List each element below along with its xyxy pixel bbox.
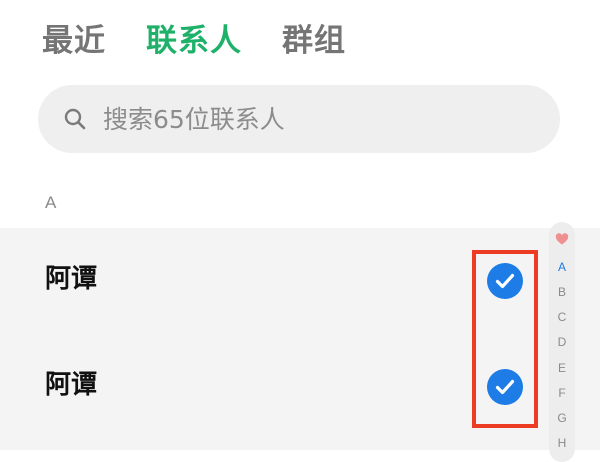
index-letter-d[interactable]: D xyxy=(549,335,575,349)
index-letter-g[interactable]: G xyxy=(549,411,575,425)
tab-recent[interactable]: 最近 xyxy=(42,18,106,64)
contact-name: 阿谭 xyxy=(45,370,98,400)
alphabet-index-bar[interactable]: A B C D E F G H xyxy=(549,222,575,462)
index-letter-f[interactable]: F xyxy=(549,386,575,400)
tab-groups[interactable]: 群组 xyxy=(282,18,346,64)
index-letter-h[interactable]: H xyxy=(549,436,575,450)
search-bar[interactable] xyxy=(38,85,560,153)
search-icon xyxy=(64,108,86,130)
selection-highlight-box xyxy=(472,250,538,428)
index-letter-a[interactable]: A xyxy=(549,260,575,274)
section-header: A xyxy=(45,193,57,212)
tab-contacts[interactable]: 联系人 xyxy=(146,18,242,64)
heart-icon[interactable] xyxy=(555,232,569,246)
search-input[interactable] xyxy=(103,99,503,139)
index-letter-e[interactable]: E xyxy=(549,361,575,375)
index-letter-c[interactable]: C xyxy=(549,310,575,324)
contact-name: 阿谭 xyxy=(45,264,98,294)
tab-bar: 最近 联系人 群组 xyxy=(42,18,386,64)
index-letter-b[interactable]: B xyxy=(549,285,575,299)
